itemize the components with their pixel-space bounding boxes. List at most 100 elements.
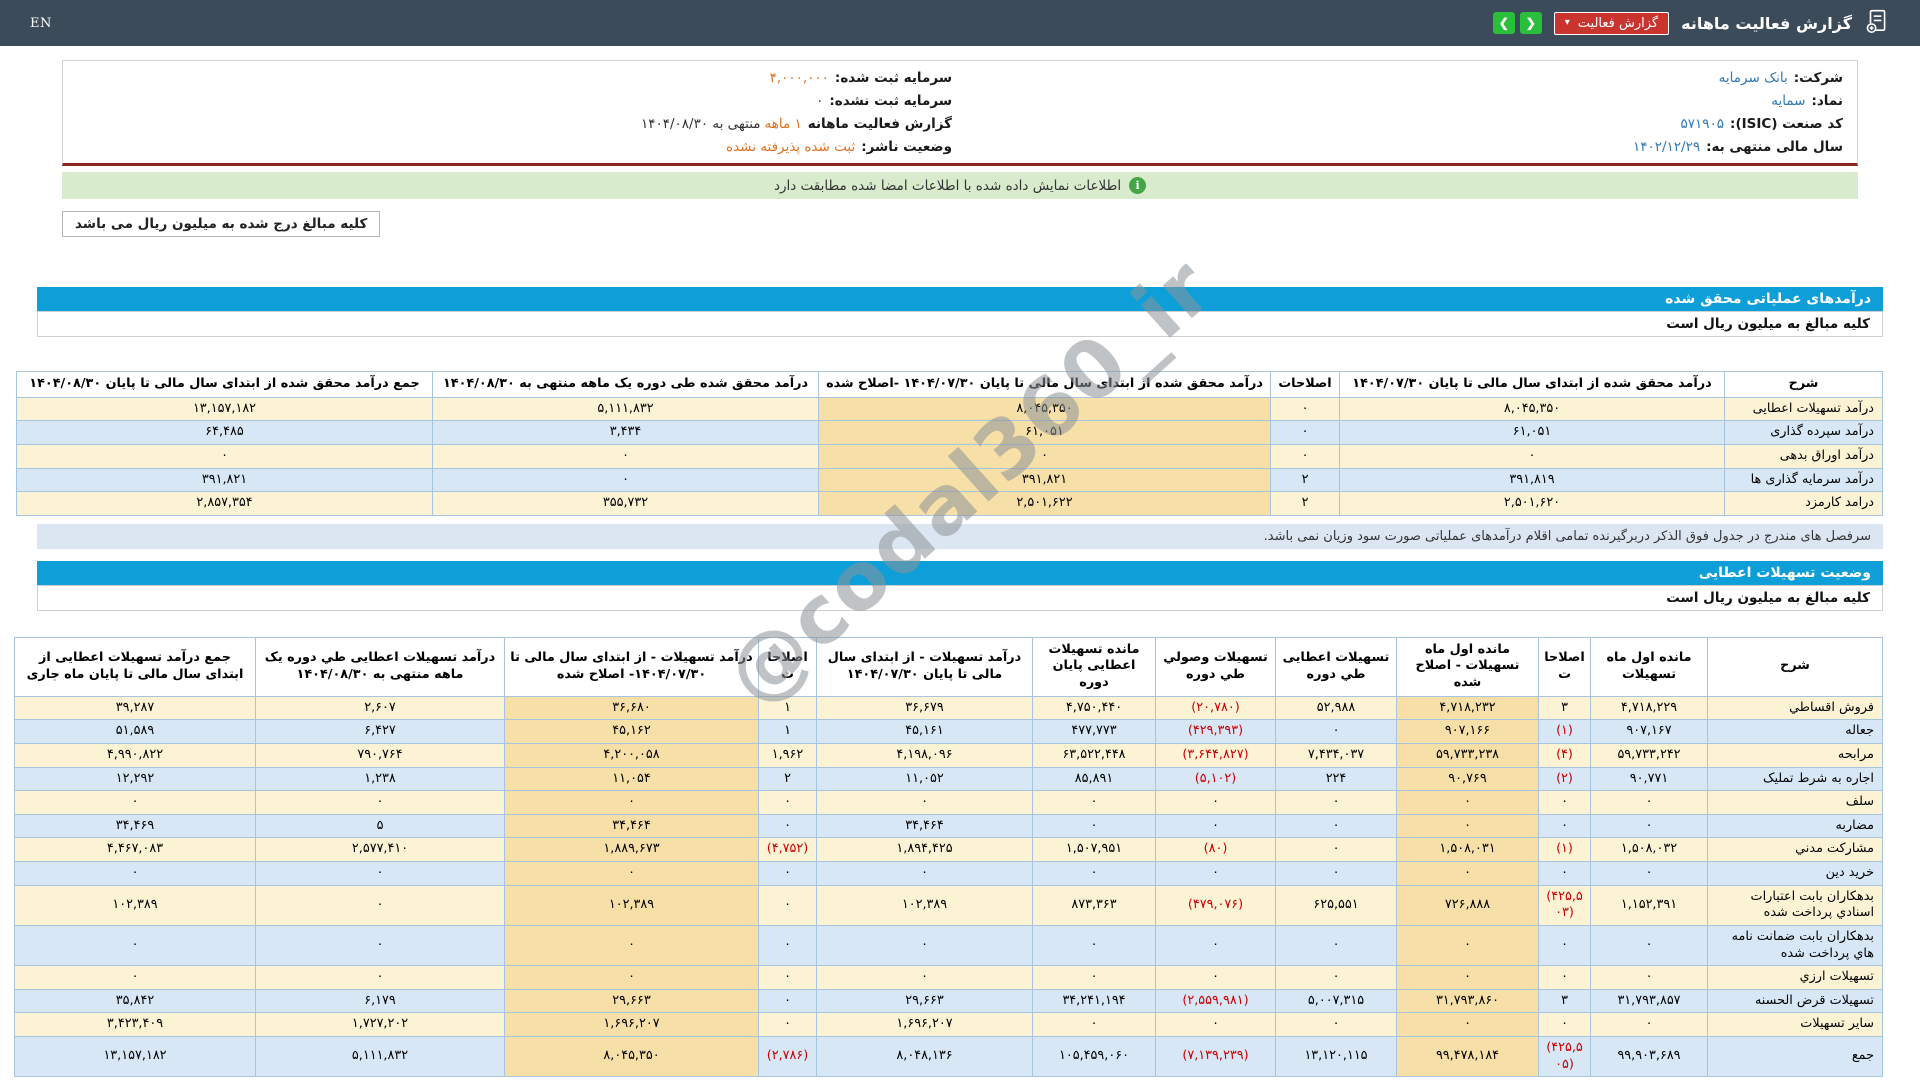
cell-value: ۰ [1538,1012,1591,1037]
row-label: درامد کارمزد [1724,491,1883,516]
table-row: بدهکاران بابت اعتبارات اسنادي پرداخت شده… [14,884,1883,926]
cell-value: ۰ [1538,861,1591,886]
cell-value: ۳۴,۲۴۱,۱۹۴ [1032,988,1156,1014]
report-controls: گزارش فعالیت ماهانه گزارش فعالیت ▾ ❮ ❯ [1492,8,1890,38]
report-period-label: گزارش فعالیت ماهانه [807,115,952,132]
cell-value: (۴) [1538,742,1591,768]
row-label: سایر تسهیلات [1707,1012,1883,1037]
cell-value: (۵,۱۰۲) [1155,766,1276,792]
cell-value: ۲,۵۰۱,۶۲۲ [818,491,1271,516]
monthly-report-icon [1864,8,1890,38]
cell-value: ۰ [1538,965,1591,990]
table-row: مضاربه ۰ ۰ ۰ ۰ ۰ ۰ ۳۴,۴۶۴ ۰ ۳۴,۴۶۴ ۵ ۳۴,۴۶۹ [14,813,1883,839]
cell-value: ۹۹,۹۰۳,۶۸۹ [1590,1035,1708,1078]
table-footnote: سرفصل های مندرج در جدول فوق الذکر دربرگی… [37,523,1883,549]
cell-value: ۱۳,۱۲۰,۱۱۵ [1275,1035,1397,1078]
cell-value: ۰ [1590,861,1708,886]
cell-value: ۰ [1538,790,1591,815]
cell-value: ۸۷۳,۳۶۳ [1032,884,1156,926]
column-header: مانده اول ماه تسهیلات [1590,636,1708,697]
cell-value: (۴۲۵,۵۰۵) [1538,1035,1591,1078]
column-header: مانده تسهیلات اعطایی پایان دوره [1032,636,1156,697]
report-type-dropdown[interactable]: گزارش فعالیت ▾ [1553,11,1670,35]
row-label: درآمد سپرده گذاری [1724,420,1883,445]
section-loans-status: وضعیت تسهیلات اعطایی [37,560,1883,585]
cell-value: ۶۴,۴۸۵ [16,420,433,445]
row-label: تسهیلات قرض الحسنه [1707,988,1883,1014]
table-row: تسهیلات ارزي ۰ ۰ ۰ ۰ ۰ ۰ ۰ ۰ ۰ ۰ ۰ [14,965,1883,990]
cell-value: ۰ [255,884,505,926]
company-info-right: شرکت: بانک سرمایه نماد: سمایه کد صنعت (I… [960,66,1851,158]
cell-value: ۰ [1275,790,1397,815]
million-rial-note: کلیه مبالغ به میلیون ریال است [37,311,1883,337]
cell-value: ۰ [504,965,759,990]
report-period-value: ۱ ماهه [764,115,802,132]
cell-value: ۱۳,۱۵۷,۱۸۲ [16,396,433,422]
cell-value: ۶۲۵,۵۵۱ [1275,884,1397,926]
row-label: جعاله [1707,719,1883,744]
cell-value: (۷,۱۳۹,۲۳۹) [1155,1035,1276,1078]
cell-value: ۰ [1275,719,1397,744]
table-row: سلف ۰ ۰ ۰ ۰ ۰ ۰ ۰ ۰ ۰ ۰ ۰ [14,790,1883,815]
cell-value: ۰ [758,988,817,1014]
unregistered-capital-row: سرمایه ثبت نشده: ۰ [77,89,952,112]
cell-value: ۵۱,۵۸۹ [14,719,256,744]
cell-value: ۲,۸۵۷,۳۵۴ [16,491,433,516]
cell-value: ۶۳,۵۲۲,۴۴۸ [1032,742,1156,768]
company-row: شرکت: بانک سرمایه [968,66,1843,89]
cell-value: ۳۱,۷۹۳,۸۶۰ [1396,988,1539,1014]
next-period-button[interactable]: ❯ [1519,12,1542,34]
cell-value: ۰ [1155,1012,1276,1037]
cell-value: ۰ [816,924,1033,967]
cell-value: (۴۲۵,۵۰۳) [1538,884,1591,926]
cell-value: ۰ [16,443,433,469]
row-label: بدهکاران بابت ضمانت نامه هاي پرداخت شده [1707,924,1883,967]
column-header: درآمد محقق شده از ابتدای سال مالی تا پای… [818,371,1271,398]
cell-value: ۱,۵۰۷,۹۵۱ [1032,837,1156,862]
cell-value: ۹۰۷,۱۶۶ [1396,719,1539,744]
cell-value: ۶,۱۷۹ [255,988,505,1014]
cell-value: ۰ [1270,396,1340,422]
cell-value: ۰ [255,861,505,886]
language-toggle[interactable]: EN [30,16,52,31]
row-label: مضاربه [1707,813,1883,839]
row-label: فروش اقساطي [1707,695,1883,721]
cell-value: ۲ [1270,467,1340,493]
table-row: درآمد اوراق بدهی ۰ ۰ ۰ ۰ ۰ [16,443,1883,469]
row-label: مرابحه [1707,742,1883,768]
cell-value: ۰ [1275,924,1397,967]
cell-value: (۱) [1538,837,1591,862]
cell-value: ۱,۸۹۴,۴۲۵ [816,837,1033,862]
symbol-row: نماد: سمایه [968,89,1843,112]
cell-value: ۴,۱۹۸,۰۹۶ [816,742,1033,768]
cell-value: (۴,۷۵۲) [758,837,817,862]
cell-value: ۶,۴۲۷ [255,719,505,744]
prev-period-button[interactable]: ❮ [1492,12,1515,34]
chevron-down-icon: ▾ [1564,17,1570,28]
unregistered-capital-value: ۰ [816,92,824,109]
amounts-unit-note: کلیه مبالغ درج شده به میلیون ریال می باش… [62,211,381,237]
cell-value: ۰ [1032,924,1156,967]
cell-value: ۳۵,۸۴۲ [14,988,256,1014]
cell-value: ۱۰۲,۳۸۹ [504,884,759,926]
cell-value: ۰ [504,924,759,967]
row-label: خرید دین [1707,861,1883,886]
fiscal-year-label: سال مالی منتهی به: [1706,138,1843,155]
cell-value: ۷۹۰,۷۶۴ [255,742,505,768]
cell-value: ۰ [1275,837,1397,862]
cell-value: ۶۱,۰۵۱ [818,420,1271,445]
cell-value: ۱,۸۸۹,۶۷۳ [504,837,759,862]
cell-value: ۰ [1590,924,1708,967]
row-label: درآمد اوراق بدهی [1724,443,1883,469]
cell-value: ۳۶,۶۸۰ [504,695,759,721]
cell-value: ۰ [1032,813,1156,839]
cell-value: ۴۷۷,۷۷۳ [1032,719,1156,744]
cell-value: ۰ [432,443,819,469]
column-header: تسهیلات وصولي طي دوره [1155,636,1276,697]
cell-value: ۰ [818,443,1271,469]
isic-label: کد صنعت (ISIC): [1730,115,1843,132]
cell-value: ۴,۴۶۷,۰۸۳ [14,837,256,862]
column-header: درآمد تسهیلات - از ابتدای سال مالی تا پا… [816,636,1033,697]
table-row: درآمد سرمایه گذاری ها ۳۹۱,۸۱۹ ۲ ۳۹۱,۸۲۱ ۰ ۳۹۱… [16,467,1883,493]
cell-value: ۲۹,۶۶۳ [816,988,1033,1014]
